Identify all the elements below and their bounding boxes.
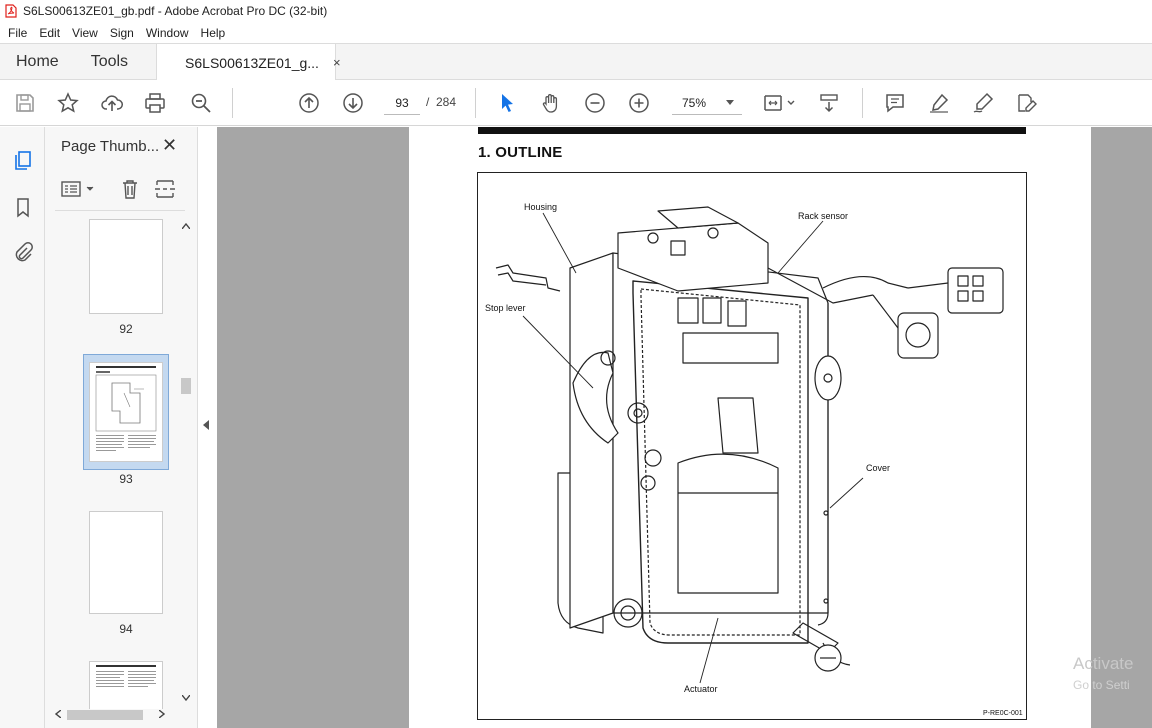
thumbnail-page-94[interactable] <box>89 511 163 614</box>
upload-icon[interactable] <box>99 90 125 116</box>
label-actuator: Actuator <box>684 684 718 694</box>
title-bar: S6LS00613ZE01_gb.pdf - Adobe Acrobat Pro… <box>0 0 1152 22</box>
zoom-search-icon[interactable] <box>188 90 214 116</box>
actuator-figure: Housing Rack sensor Stop lever Cover Act… <box>477 172 1027 720</box>
activation-watermark-sub: Go to Setti <box>1073 678 1130 692</box>
hand-icon[interactable] <box>538 90 564 116</box>
window-title: S6LS00613ZE01_gb.pdf - Adobe Acrobat Pro… <box>23 4 328 18</box>
left-nav-rail <box>0 127 45 728</box>
tab-document[interactable]: S6LS00613ZE01_g... × <box>156 44 341 81</box>
menu-view[interactable]: View <box>66 26 104 40</box>
chevron-down-icon <box>726 100 734 105</box>
pdf-file-icon <box>5 4 17 18</box>
label-cover: Cover <box>866 463 890 473</box>
pages-icon[interactable] <box>10 147 36 173</box>
header-rule <box>478 127 1026 134</box>
zoom-select[interactable]: 75% <box>672 91 742 115</box>
page-separator: / <box>426 95 430 109</box>
thumbnail-hscrollbar[interactable] <box>55 707 165 721</box>
thumbnail-label: 94 <box>119 622 133 636</box>
print-icon[interactable] <box>142 90 168 116</box>
highlighter-icon[interactable] <box>926 90 952 116</box>
attachment-icon[interactable] <box>10 239 36 265</box>
actuator-illustration: Housing Rack sensor Stop lever Cover Act… <box>485 202 1023 717</box>
extract-pages-icon[interactable] <box>154 178 176 200</box>
pdf-page: 1. OUTLINE Housing Rack sensor Stop leve… <box>409 127 1091 728</box>
thumbnail-list: 92 93 94 <box>45 219 181 709</box>
main-toolbar: 93 / 284 75% <box>0 80 1152 126</box>
label-housing: Housing <box>524 202 557 212</box>
panel-title: Page Thumb... <box>61 138 160 155</box>
thumbnail-93-preview <box>95 366 157 451</box>
scrollbar-thumb[interactable] <box>181 378 191 394</box>
page-number-input[interactable]: 93 <box>384 91 420 115</box>
menu-bar: File Edit View Sign Window Help <box>0 22 1152 43</box>
thumbnail-scrollbar[interactable] <box>180 223 192 703</box>
thumbnail-label: 93 <box>119 472 133 486</box>
menu-file[interactable]: File <box>2 26 33 40</box>
zoom-value: 75% <box>682 95 707 110</box>
fit-page-icon[interactable] <box>760 90 800 116</box>
arrow-up-circle-icon[interactable] <box>296 90 322 116</box>
collapse-panel-icon[interactable] <box>203 420 209 430</box>
chevron-up-icon[interactable] <box>182 223 190 229</box>
thumbnail-page-95[interactable] <box>89 661 163 709</box>
trash-icon[interactable] <box>120 178 140 200</box>
plus-circle-icon[interactable] <box>626 90 652 116</box>
minus-circle-icon[interactable] <box>582 90 608 116</box>
tab-home[interactable]: Home <box>0 44 75 80</box>
toolbar-divider <box>862 88 863 118</box>
cursor-icon[interactable] <box>494 90 520 116</box>
bookmark-icon[interactable] <box>10 194 36 220</box>
pen-icon[interactable] <box>970 90 996 116</box>
chevron-down-icon[interactable] <box>182 695 190 701</box>
toolbar-divider <box>475 88 476 118</box>
thumbnail-label: 92 <box>119 322 133 336</box>
star-icon[interactable] <box>55 90 81 116</box>
chevron-left-icon[interactable] <box>55 710 61 718</box>
activation-watermark: Activate <box>1073 654 1134 673</box>
thumbnail-page-93[interactable] <box>89 362 163 462</box>
close-icon[interactable]: ✕ <box>162 135 177 156</box>
save-icon[interactable] <box>12 90 38 116</box>
page-total: 284 <box>436 95 457 109</box>
arrow-down-circle-icon[interactable] <box>340 90 366 116</box>
scroll-mode-icon[interactable] <box>816 90 842 116</box>
section-heading: 1. OUTLINE <box>478 144 563 161</box>
menu-edit[interactable]: Edit <box>33 26 66 40</box>
menu-window[interactable]: Window <box>140 26 195 40</box>
label-rack-sensor: Rack sensor <box>798 211 848 221</box>
menu-sign[interactable]: Sign <box>104 26 140 40</box>
comment-icon[interactable] <box>882 90 908 116</box>
thumbnail-95-preview <box>96 665 156 687</box>
panel-divider <box>55 210 185 211</box>
thumbnail-options-icon[interactable] <box>61 180 97 198</box>
tab-document-label: S6LS00613ZE01_g... <box>185 54 319 71</box>
menu-help[interactable]: Help <box>195 26 232 40</box>
label-stop-lever: Stop lever <box>485 303 526 313</box>
toolbar-divider <box>232 88 233 118</box>
document-viewport[interactable]: 1. OUTLINE Housing Rack sensor Stop leve… <box>217 127 1152 728</box>
chevron-right-icon[interactable] <box>159 710 165 718</box>
page-thumbnails-panel: Page Thumb... ✕ 92 93 94 <box>45 127 198 728</box>
figure-code: P-RE0C-001 <box>983 710 1023 717</box>
edit-icon[interactable] <box>1013 90 1039 116</box>
close-tab-icon[interactable]: × <box>333 55 341 70</box>
tab-bar: Home Tools S6LS00613ZE01_g... × <box>0 43 1152 81</box>
panel-toolbar <box>55 175 185 203</box>
tab-tools[interactable]: Tools <box>75 44 144 80</box>
hscrollbar-thumb[interactable] <box>67 710 143 720</box>
thumbnail-page-92[interactable] <box>89 219 163 314</box>
